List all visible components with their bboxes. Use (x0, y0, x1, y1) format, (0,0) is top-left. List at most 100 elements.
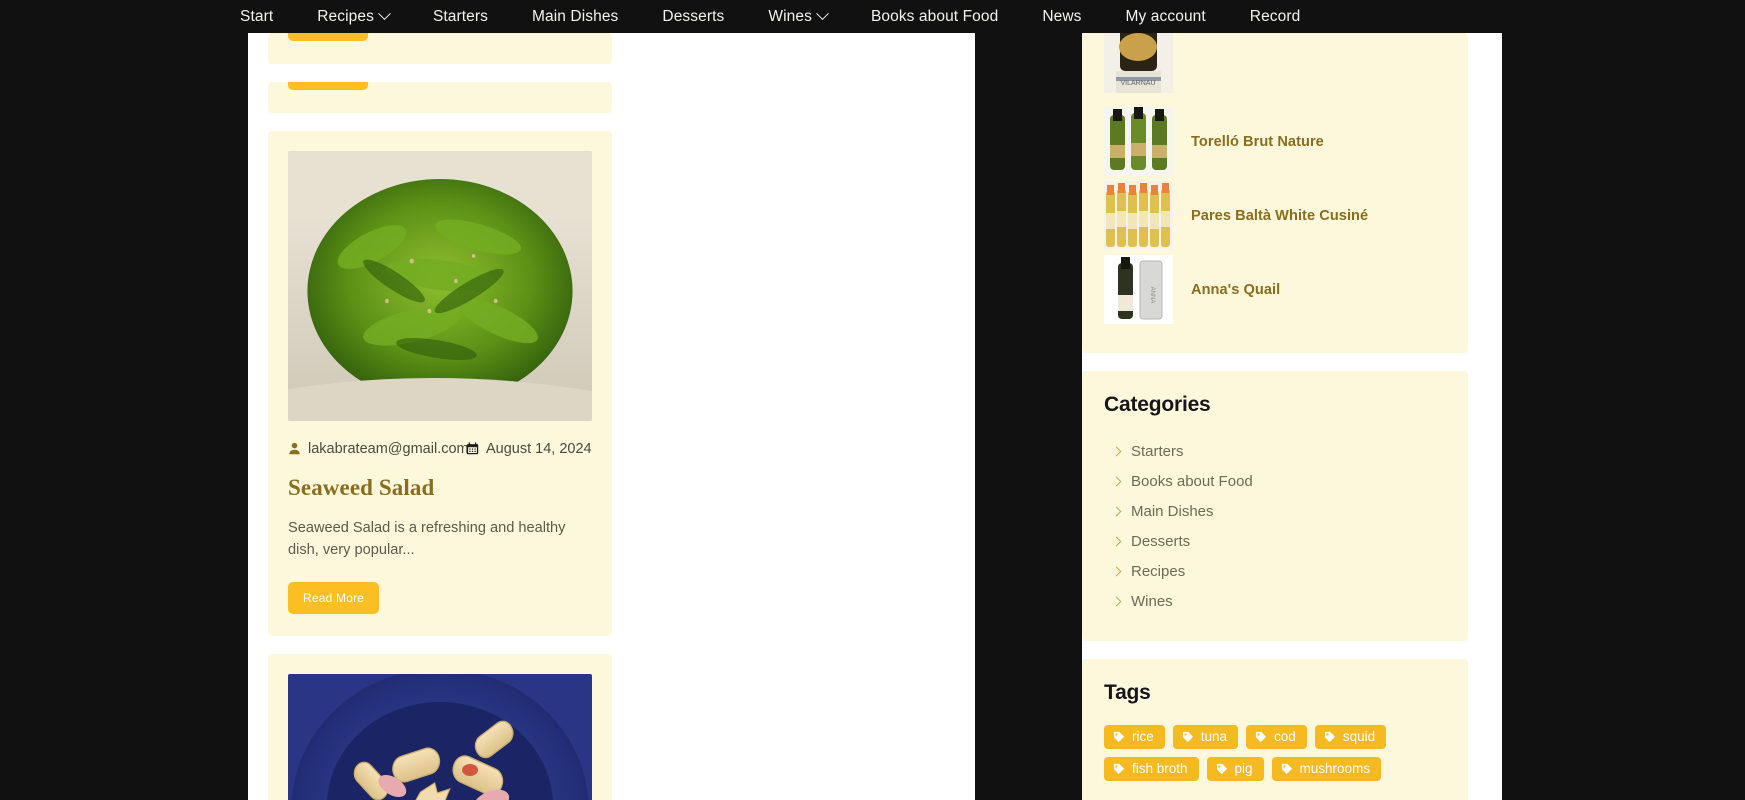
user-icon (289, 442, 300, 455)
nav-item-recipes[interactable]: Recipes (317, 7, 391, 26)
category-label: Wines (1131, 593, 1173, 610)
post-title[interactable]: Seaweed Salad (288, 475, 592, 501)
tag-label: tuna (1200, 729, 1228, 744)
category-item-starters[interactable]: Starters (1104, 437, 1446, 467)
chevron-right-icon (1111, 506, 1122, 517)
nav-item-wines[interactable]: Wines (768, 7, 829, 26)
pares-balta-bottles-photo (1104, 181, 1173, 250)
wine-name: Pares Baltà White Cusiné (1191, 207, 1369, 224)
nav-item-desserts[interactable]: Desserts (662, 8, 724, 26)
tag-mushrooms[interactable]: mushrooms (1271, 757, 1382, 781)
wine-list-item[interactable]: Torelló Brut Nature (1104, 107, 1446, 176)
nav-item-label: News (1042, 7, 1082, 25)
tag-icon (1182, 731, 1193, 742)
nav-item-books-about-food[interactable]: Books about Food (871, 8, 998, 26)
pasta-salad-photo[interactable] (288, 673, 592, 800)
page-body: lakabrateam@gmail.com August 14, 2024 Se… (0, 33, 1745, 800)
tag-label: rice (1132, 729, 1154, 744)
torello-bottles-photo (1104, 107, 1173, 176)
post-card: lakabrateam@gmail.com (268, 131, 612, 636)
tag-fish-broth[interactable]: fish broth (1104, 757, 1199, 781)
nav-item-label: Desserts (662, 7, 725, 25)
category-item-recipes[interactable]: Recipes (1104, 557, 1446, 587)
tag-label: cod (1274, 729, 1296, 744)
chevron-down-icon (378, 7, 391, 21)
top-navigation-bar: Start Recipes Starters Main Dishes Desse… (0, 0, 1745, 33)
tag-squid[interactable]: squid (1314, 725, 1387, 749)
chevron-right-icon (1111, 476, 1122, 487)
chevron-down-icon (816, 7, 829, 21)
post-date: August 14, 2024 (466, 439, 592, 461)
main-menu: Start Recipes Starters Main Dishes Desse… (240, 7, 1301, 26)
tag-icon (1255, 731, 1267, 742)
tag-cod[interactable]: cod (1246, 725, 1307, 749)
wines-widget: VILARNAU Torelló Brut Nature Pares Baltà… (1082, 33, 1468, 353)
post-author: lakabrateam@gmail.com (288, 439, 469, 461)
post-grid: lakabrateam@gmail.com August 14, 2024 Se… (268, 33, 955, 800)
nav-item-label: Start (240, 7, 274, 25)
category-item-wines[interactable]: Wines (1104, 587, 1446, 617)
category-label: Starters (1131, 443, 1184, 460)
seaweed-salad-photo[interactable] (288, 151, 592, 421)
post-date-text: August 14, 2024 (486, 441, 592, 457)
post-card-clipped-top (268, 33, 612, 64)
nav-item-my-account[interactable]: My account (1126, 8, 1206, 26)
post-card-clipped-top (268, 82, 612, 113)
tag-icon (1113, 763, 1125, 774)
nav-item-label: Recipes (317, 7, 374, 25)
tag-cloud: rice tuna cod squid fish broth pig mushr… (1104, 725, 1446, 781)
tag-icon (1324, 731, 1335, 742)
category-label: Books about Food (1131, 473, 1253, 490)
categories-list: Starters Books about Food Main Dishes De… (1104, 437, 1446, 617)
tag-icon (1281, 763, 1292, 774)
nav-item-starters[interactable]: Starters (433, 8, 488, 26)
nav-item-label: Books about Food (870, 7, 999, 25)
wine-name: Anna's Quail (1191, 281, 1281, 298)
svg-text:VILARNAU: VILARNAU (1120, 80, 1155, 87)
wine-list-item[interactable]: VILARNAU (1104, 33, 1446, 102)
sidebar: VILARNAU Torelló Brut Nature Pares Baltà… (1082, 33, 1502, 800)
chevron-right-icon (1111, 446, 1122, 457)
category-item-desserts[interactable]: Desserts (1104, 527, 1446, 557)
chevron-right-icon (1111, 536, 1122, 547)
post-meta: lakabrateam@gmail.com August 14, 2024 (288, 439, 592, 461)
nav-item-news[interactable]: News (1042, 8, 1081, 26)
wine-list-item[interactable]: ANNA Anna's Quail (1104, 255, 1446, 324)
tag-icon (1216, 763, 1227, 774)
post-author-text: lakabrateam@gmail.com (308, 441, 469, 457)
categories-widget: Categories Starters Books about Food Mai… (1082, 371, 1468, 641)
nav-item-label: Main Dishes (532, 7, 619, 25)
post-list-column: lakabrateam@gmail.com August 14, 2024 Se… (248, 33, 975, 800)
tag-label: fish broth (1132, 761, 1188, 776)
post-card: lakabrateam@gmail.com (268, 653, 612, 800)
vilarnau-bottle-photo: VILARNAU (1104, 33, 1173, 102)
nav-item-label: Starters (432, 7, 489, 25)
nav-item-label: My account (1125, 7, 1206, 25)
nav-item-label: Record (1249, 7, 1301, 25)
nav-item-main-dishes[interactable]: Main Dishes (532, 8, 618, 26)
categories-widget-title: Categories (1104, 393, 1211, 416)
read-more-button[interactable] (288, 82, 368, 90)
tag-tuna[interactable]: tuna (1172, 725, 1239, 749)
tag-label: squid (1342, 729, 1376, 744)
tag-icon (1113, 731, 1125, 742)
tag-pig[interactable]: pig (1206, 757, 1264, 781)
nav-item-record[interactable]: Record (1250, 8, 1301, 26)
category-label: Desserts (1131, 533, 1191, 550)
wine-name: Torelló Brut Nature (1191, 133, 1324, 150)
read-more-button[interactable]: Read More (288, 581, 380, 614)
category-item-main-dishes[interactable]: Main Dishes (1104, 497, 1446, 527)
wine-list-item[interactable]: Pares Baltà White Cusiné (1104, 181, 1446, 250)
chevron-right-icon (1111, 566, 1122, 577)
tag-label: mushrooms (1299, 761, 1371, 776)
category-label: Recipes (1131, 563, 1186, 580)
tag-label: pig (1234, 761, 1253, 776)
tag-rice[interactable]: rice (1104, 725, 1165, 749)
chevron-right-icon (1111, 596, 1122, 607)
nav-item-start[interactable]: Start (240, 8, 273, 26)
post-excerpt: Seaweed Salad is a refreshing and health… (288, 519, 566, 559)
category-label: Main Dishes (1131, 503, 1214, 520)
read-more-button[interactable] (288, 33, 368, 41)
annas-quail-bottle-photo: ANNA (1104, 255, 1173, 324)
category-item-books-about-food[interactable]: Books about Food (1104, 467, 1446, 497)
